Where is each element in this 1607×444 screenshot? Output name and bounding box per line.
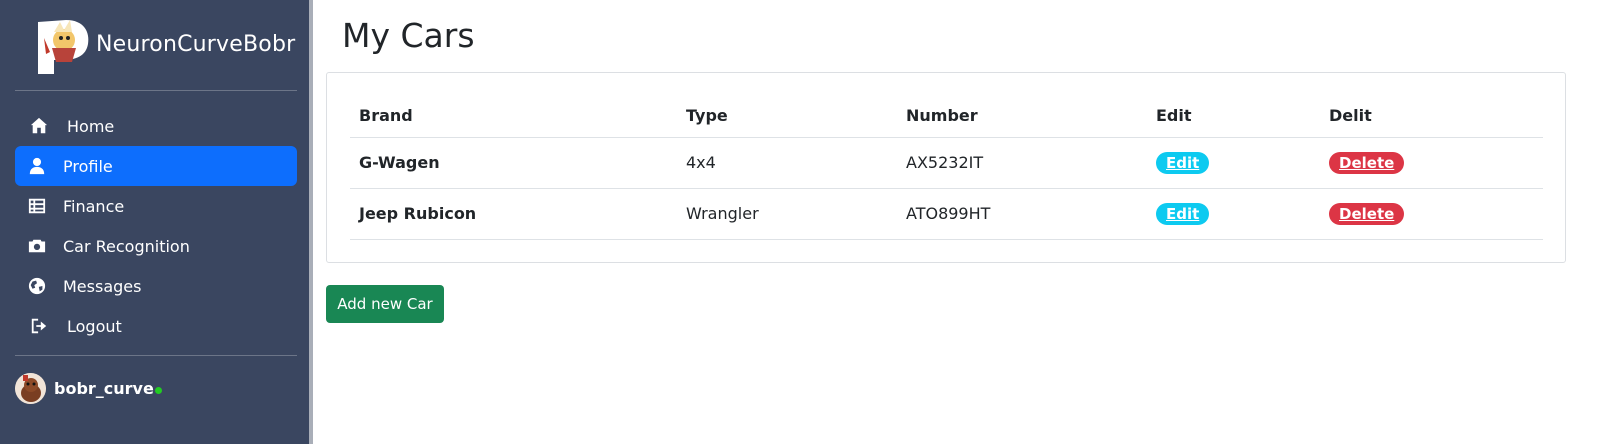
sidebar-item-car-recognition[interactable]: Car Recognition xyxy=(15,226,297,266)
brand-name: NeuronCurveBobr xyxy=(96,32,296,57)
sidebar-item-label: Profile xyxy=(63,156,113,176)
home-icon xyxy=(29,116,49,136)
cars-table: Brand Type Number Edit Delit G-Wagen 4x4… xyxy=(350,95,1543,240)
edit-button[interactable]: Edit xyxy=(1156,151,1210,174)
cell-edit: Edit xyxy=(1147,137,1320,189)
sidebar-item-logout[interactable]: Logout xyxy=(15,306,297,346)
sidebar-item-label: Car Recognition xyxy=(63,236,190,256)
page-title: My Cars xyxy=(342,16,475,55)
cell-delete: Delete xyxy=(1320,137,1543,189)
cell-brand: G-Wagen xyxy=(350,137,677,189)
column-header-number: Number xyxy=(897,95,1147,138)
divider xyxy=(15,355,297,356)
table-icon xyxy=(27,196,47,216)
sidebar-nav: Home Profile Finance Car Recognition Mes… xyxy=(15,106,297,346)
column-header-type: Type xyxy=(677,95,897,138)
table-row: Jeep Rubicon Wrangler ATO899HT Edit Dele… xyxy=(350,188,1543,240)
cell-number: AX5232IT xyxy=(897,137,1147,189)
sidebar-item-label: Home xyxy=(67,116,115,136)
cell-edit: Edit xyxy=(1147,188,1320,240)
user-menu[interactable]: bobr_curve xyxy=(15,373,162,404)
camera-icon xyxy=(27,236,47,256)
table-header-row: Brand Type Number Edit Delit xyxy=(350,95,1543,138)
cell-type: 4x4 xyxy=(677,137,897,189)
logo-icon xyxy=(36,18,90,76)
globe-icon xyxy=(27,276,47,296)
delete-button[interactable]: Delete xyxy=(1329,202,1405,225)
sidebar-item-home[interactable]: Home xyxy=(15,106,297,146)
sidebar-item-finance[interactable]: Finance xyxy=(15,186,297,226)
cell-number: ATO899HT xyxy=(897,188,1147,240)
column-header-brand: Brand xyxy=(350,95,677,138)
sidebar-item-label: Logout xyxy=(67,316,122,336)
cell-delete: Delete xyxy=(1320,188,1543,240)
delete-button[interactable]: Delete xyxy=(1329,151,1405,174)
column-header-edit: Edit xyxy=(1147,95,1320,138)
cell-type: Wrangler xyxy=(677,188,897,240)
avatar xyxy=(15,373,46,404)
brand[interactable]: NeuronCurveBobr xyxy=(36,18,295,76)
online-status-icon xyxy=(154,387,162,394)
sidebar: NeuronCurveBobr Home Profile Finance Car… xyxy=(0,0,313,444)
sidebar-item-messages[interactable]: Messages xyxy=(15,266,297,306)
user-icon xyxy=(27,156,47,176)
username: bobr_curve xyxy=(54,379,154,398)
cars-card: Brand Type Number Edit Delit G-Wagen 4x4… xyxy=(326,72,1566,263)
edit-button[interactable]: Edit xyxy=(1156,202,1210,225)
sidebar-item-label: Messages xyxy=(63,276,142,296)
column-header-delete: Delit xyxy=(1320,95,1543,138)
sidebar-item-label: Finance xyxy=(63,196,125,216)
add-car-button[interactable]: Add new Car xyxy=(326,285,444,323)
logout-icon xyxy=(29,316,49,336)
divider xyxy=(15,90,297,91)
sidebar-item-profile[interactable]: Profile xyxy=(15,146,297,186)
table-row: G-Wagen 4x4 AX5232IT Edit Delete xyxy=(350,137,1543,189)
cell-brand: Jeep Rubicon xyxy=(350,188,677,240)
